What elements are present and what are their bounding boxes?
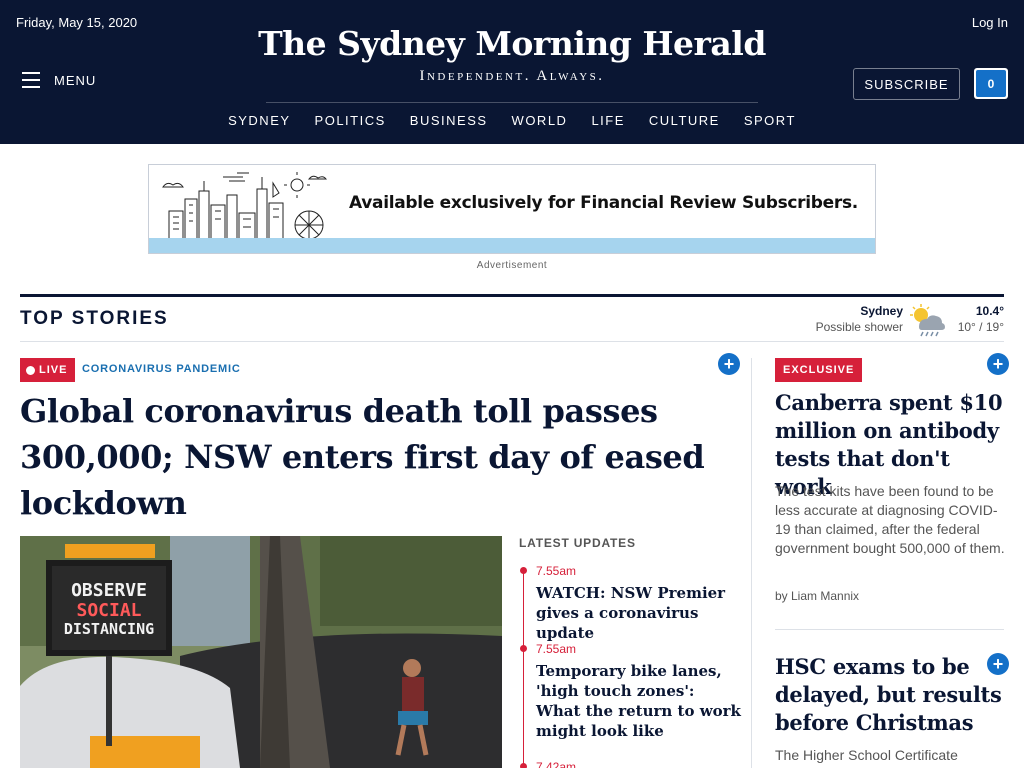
update-time: 7.55am <box>536 642 577 656</box>
nav-sydney[interactable]: SYDNEY <box>228 113 290 128</box>
sign-line-1: OBSERVE <box>71 580 147 601</box>
advertisement-banner[interactable]: Available exclusively for Financial Revi… <box>148 164 876 254</box>
update-item[interactable]: 7.42am <box>520 760 741 768</box>
update-time: 7.55am <box>536 564 577 578</box>
city-skyline-illustration <box>159 172 329 240</box>
live-label: LIVE <box>39 364 68 376</box>
masthead: Friday, May 15, 2020 Log In The Sydney M… <box>0 0 1024 144</box>
nav-life[interactable]: LIFE <box>591 113 624 128</box>
column-divider <box>751 358 752 768</box>
weather-description: Possible shower <box>815 320 903 334</box>
section-rule <box>20 294 1004 297</box>
timeline-line <box>523 572 524 768</box>
subscribe-button[interactable]: SUBSCRIBE <box>853 68 960 100</box>
photo-illustration: OBSERVE SOCIAL DISTANCING <box>20 536 502 768</box>
advertisement-text: Available exclusively for Financial Revi… <box>349 193 858 213</box>
side-story-summary: The test kits have been found to be less… <box>775 483 1005 556</box>
update-item[interactable]: 7.55am WATCH: NSW Premier gives a corona… <box>520 564 741 643</box>
side-story-summary: The Higher School Certificate <box>775 747 958 763</box>
section-under-rule <box>20 341 1004 342</box>
section-title: TOP STORIES <box>20 308 169 329</box>
cart-button[interactable]: 0 <box>974 68 1008 99</box>
advertisement-label: Advertisement <box>476 260 548 271</box>
nav-business[interactable]: BUSINESS <box>410 113 488 128</box>
nav-sport[interactable]: SPORT <box>744 113 796 128</box>
menu-label: MENU <box>54 72 97 88</box>
side-story-author[interactable]: by Liam Mannix <box>775 589 859 603</box>
nav-divider <box>266 102 758 103</box>
rain-shower-icon <box>910 304 945 337</box>
latest-updates-title: LATEST UPDATES <box>519 536 636 550</box>
section-nav: SYDNEY POLITICS BUSINESS WORLD LIFE CULT… <box>0 113 1024 128</box>
story-divider <box>775 629 1004 630</box>
sign-line-3: DISTANCING <box>64 620 154 638</box>
cart-count: 0 <box>976 70 1006 97</box>
side-headline[interactable]: HSC exams to be delayed, but results bef… <box>775 653 1007 737</box>
weather-range: 10° / 19° <box>957 320 1004 334</box>
ad-bottom-strip <box>149 238 875 253</box>
update-text[interactable]: WATCH: NSW Premier gives a coronavirus u… <box>536 583 741 643</box>
update-text[interactable]: Temporary bike lanes, 'high touch zones'… <box>536 661 741 741</box>
story-kicker[interactable]: CORONAVIRUS PANDEMIC <box>82 363 241 375</box>
add-story-plus-icon[interactable]: + <box>987 353 1009 375</box>
update-item[interactable]: 7.55am Temporary bike lanes, 'high touch… <box>520 642 741 741</box>
main-headline[interactable]: Global coronavirus death toll passes 300… <box>20 388 720 526</box>
nav-world[interactable]: WORLD <box>512 113 568 128</box>
sign-line-2: SOCIAL <box>76 600 141 621</box>
update-time: 7.42am <box>536 760 577 768</box>
timeline-dot-icon <box>520 645 527 652</box>
weather-city[interactable]: Sydney <box>860 304 903 318</box>
live-dot-icon <box>26 365 35 375</box>
main-story-photo[interactable]: OBSERVE SOCIAL DISTANCING <box>20 536 502 768</box>
timeline-dot-icon <box>520 567 527 574</box>
site-logo[interactable]: The Sydney Morning Herald <box>0 24 1024 63</box>
nav-politics[interactable]: POLITICS <box>315 113 386 128</box>
weather-temperature: 10.4° <box>975 304 1004 318</box>
add-story-plus-icon[interactable]: + <box>718 353 740 375</box>
hamburger-icon <box>22 72 40 88</box>
menu-button[interactable]: MENU <box>22 72 96 88</box>
nav-culture[interactable]: CULTURE <box>649 113 720 128</box>
live-badge: LIVE <box>20 358 76 382</box>
exclusive-badge: EXCLUSIVE <box>775 358 863 382</box>
timeline-dot-icon <box>520 763 527 768</box>
